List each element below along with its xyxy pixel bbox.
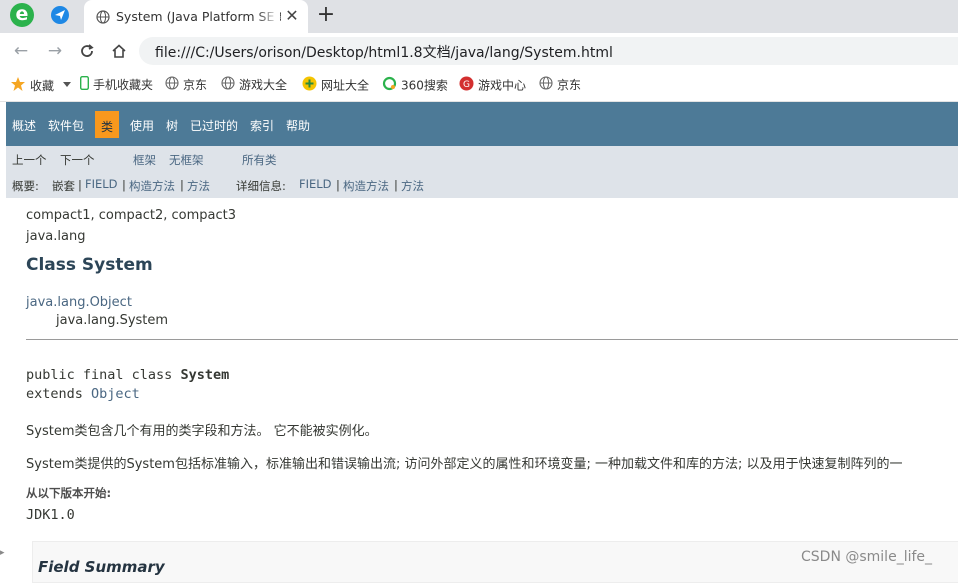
nav-index[interactable]: 索引 <box>250 117 274 134</box>
search360-icon <box>382 76 397 96</box>
back-icon[interactable]: ← <box>10 40 32 62</box>
sep: | <box>180 178 184 192</box>
address-text: file:///C:/Users/orison/Desktop/html1.8文… <box>155 45 613 61</box>
close-tab-icon[interactable]: ✕ <box>283 7 301 25</box>
package-name: java.lang <box>26 229 86 244</box>
signature-class-name: System <box>180 367 230 383</box>
inheritance-parent-link[interactable]: java.lang.Object <box>26 295 132 310</box>
detail-constructor-link[interactable]: 构造方法 <box>343 178 389 194</box>
summary-constructor-link[interactable]: 构造方法 <box>129 178 175 194</box>
send-icon[interactable] <box>51 6 69 24</box>
chevron-down-icon[interactable] <box>63 82 71 87</box>
detail-label: 详细信息: <box>236 179 286 193</box>
inheritance-child: java.lang.System <box>56 313 169 328</box>
summary-nested: 嵌套 <box>52 179 75 193</box>
since-value: JDK1.0 <box>26 507 75 523</box>
summary-field-link[interactable]: FIELD <box>85 177 118 191</box>
summary-label: 概要: <box>12 179 39 193</box>
javadoc-top-nav: 概述 软件包 类 使用 树 已过时的 索引 帮助 <box>6 102 958 146</box>
bookmark-label: 360搜索 <box>401 78 448 93</box>
browser-tab[interactable]: System (Java Platform SE 8 ✕ <box>84 0 308 33</box>
prev-class-link[interactable]: 上一个 <box>12 152 47 168</box>
nav-package[interactable]: 软件包 <box>48 117 84 134</box>
bookmark-label: 游戏大全 <box>239 78 288 92</box>
sep: | <box>336 178 340 192</box>
nav-tree[interactable]: 树 <box>166 117 178 134</box>
nav-deprecated[interactable]: 已过时的 <box>190 117 238 134</box>
summary-method-link[interactable]: 方法 <box>187 178 210 194</box>
class-extends: extends Object <box>26 386 140 402</box>
bookmark-360-search[interactable]: 360搜索 <box>382 76 448 94</box>
signature-modifiers: public final class <box>26 367 181 383</box>
globe-icon <box>539 76 553 95</box>
watermark: CSDN @smile_life_ <box>801 549 933 565</box>
sep: | <box>394 178 398 192</box>
bookmark-mobile[interactable]: 手机收藏夹 <box>79 75 154 95</box>
bookmark-favorites[interactable]: 收藏 <box>10 76 54 94</box>
globe-icon <box>221 76 235 95</box>
javadoc-sub-nav: 上一个 下一个 框架 无框架 所有类 概要: 嵌套 | FIELD | 构造方法… <box>6 146 958 198</box>
extends-keyword: extends <box>26 386 92 402</box>
description-line-2: System类提供的System包括标准输入，标准输出和错误输出流; 访问外部定… <box>26 457 903 472</box>
new-tab-button[interactable]: + <box>315 4 337 26</box>
scroll-left-icon[interactable]: ▸ <box>0 548 5 558</box>
bookmark-game-center[interactable]: G 游戏中心 <box>459 76 526 94</box>
detail-field-link[interactable]: FIELD <box>299 177 332 191</box>
nav-use[interactable]: 使用 <box>130 117 154 134</box>
bookmark-label: 京东 <box>183 78 208 92</box>
bookmark-jd-2[interactable]: 京东 <box>539 76 581 94</box>
field-summary-heading: Field Summary <box>38 558 165 576</box>
bookmark-url-nav[interactable]: 网址大全 <box>302 76 369 94</box>
navigation-bar: ← → file:///C:/Users/orison/Desktop/html… <box>0 33 958 69</box>
since-label: 从以下版本开始: <box>26 486 112 500</box>
nav-help[interactable]: 帮助 <box>286 117 310 134</box>
phone-icon <box>79 75 89 95</box>
home-icon[interactable] <box>108 40 130 62</box>
divider <box>26 339 958 340</box>
sep: | <box>78 178 82 192</box>
tab-fade <box>256 4 280 30</box>
next-class-link[interactable]: 下一个 <box>60 152 95 168</box>
globe-icon <box>165 76 179 95</box>
detail-method-link[interactable]: 方法 <box>401 178 424 194</box>
sep: | <box>122 178 126 192</box>
profiles-text: compact1, compact2, compact3 <box>26 208 237 223</box>
bookmark-jd[interactable]: 京东 <box>165 76 207 94</box>
bookmark-label: 网址大全 <box>321 78 370 93</box>
browser-logo-icon[interactable]: e <box>10 3 34 27</box>
class-title: Class System <box>26 255 153 275</box>
game-icon: G <box>459 76 474 96</box>
nav-overview[interactable]: 概述 <box>12 117 36 134</box>
bookmark-label: 游戏中心 <box>478 78 527 93</box>
address-bar[interactable]: file:///C:/Users/orison/Desktop/html1.8文… <box>139 37 958 65</box>
plus-icon <box>302 76 317 96</box>
svg-text:G: G <box>463 80 470 90</box>
bookmark-label: 手机收藏夹 <box>93 78 154 92</box>
bookmark-label: 收藏 <box>30 79 55 93</box>
tab-strip: e System (Java Platform SE 8 ✕ + <box>0 0 958 33</box>
nav-class-label: 类 <box>101 120 114 134</box>
bookmark-label: 京东 <box>557 78 582 92</box>
allclasses-link[interactable]: 所有类 <box>242 152 277 168</box>
noframes-link[interactable]: 无框架 <box>169 152 204 168</box>
class-signature: public final class System <box>26 367 229 383</box>
description-line-1: System类包含几个有用的类字段和方法。 它不能被实例化。 <box>26 424 378 439</box>
object-link[interactable]: Object <box>91 386 140 402</box>
forward-icon[interactable]: → <box>44 40 66 62</box>
nav-class-active: 类 <box>95 111 119 138</box>
frames-link[interactable]: 框架 <box>133 152 156 168</box>
bookmark-games[interactable]: 游戏大全 <box>221 76 287 94</box>
reload-icon[interactable] <box>76 40 98 62</box>
bookmarks-bar: 收藏 手机收藏夹 京东 游戏大全 网址大全 360搜索 G 游戏中心 京东 <box>0 69 958 102</box>
globe-icon <box>96 9 110 28</box>
star-icon <box>10 76 26 97</box>
